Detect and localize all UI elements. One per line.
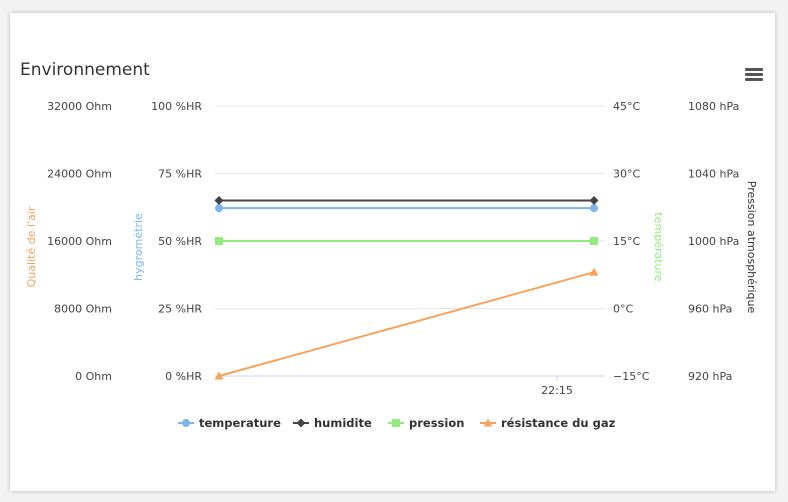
chart-svg: 0 Ohm 8000 Ohm 16000 Ohm 24000 Ohm 32000 Ohm… bbox=[25, 100, 758, 430]
tick-label: 30°C bbox=[613, 168, 640, 181]
legend-item[interactable]: résistance du gaz bbox=[480, 416, 616, 430]
tick-label: 0°C bbox=[613, 303, 633, 316]
tick-label: 8000 Ohm bbox=[54, 303, 112, 316]
tick-label: 32000 Ohm bbox=[47, 100, 112, 113]
legend-marker[interactable] bbox=[182, 419, 190, 427]
legend-item[interactable]: humidite bbox=[293, 416, 372, 430]
legend-marker[interactable] bbox=[296, 418, 306, 428]
legend-label: résistance du gaz bbox=[501, 416, 616, 430]
tick-label: 15°C bbox=[613, 235, 640, 248]
tick-label: 45°C bbox=[613, 100, 640, 113]
x-tick-label: 22:15 bbox=[541, 384, 573, 397]
data-point[interactable] bbox=[590, 237, 598, 245]
tick-label: 1000 hPa bbox=[688, 235, 739, 248]
tick-label: 100 %HR bbox=[151, 100, 202, 113]
tick-label: 0 Ohm bbox=[75, 370, 112, 383]
data-point[interactable] bbox=[589, 267, 599, 276]
tick-label: 0 %HR bbox=[165, 370, 202, 383]
legend-item[interactable]: pression bbox=[388, 416, 464, 430]
data-point[interactable] bbox=[590, 204, 598, 213]
tick-label: 25 %HR bbox=[158, 303, 202, 316]
data-point[interactable] bbox=[214, 196, 224, 205]
legend-label: humidite bbox=[314, 416, 372, 430]
tick-label: 24000 Ohm bbox=[47, 168, 112, 181]
legend-label: pression bbox=[409, 416, 464, 430]
tick-label: 960 hPa bbox=[688, 303, 732, 316]
tick-label: 920 hPa bbox=[688, 370, 732, 383]
tick-label: 1080 hPa bbox=[688, 100, 739, 113]
tick-label: −15°C bbox=[613, 370, 650, 383]
tick-label: 1040 hPa bbox=[688, 168, 739, 181]
axis-title: Qualité de l'air bbox=[25, 206, 38, 287]
tick-label: 16000 Ohm bbox=[47, 235, 112, 248]
legend-label: temperature bbox=[199, 416, 281, 430]
axis-title: Pression atmosphérique bbox=[745, 181, 758, 314]
legend-marker[interactable] bbox=[392, 419, 400, 427]
tick-label: 50 %HR bbox=[158, 235, 202, 248]
series-line-résistance-du-gaz bbox=[218, 271, 595, 377]
axis-title: hygrométrie bbox=[132, 213, 145, 281]
data-point[interactable] bbox=[589, 196, 599, 205]
tick-label: 75 %HR bbox=[158, 168, 202, 181]
legend-item[interactable]: temperature bbox=[178, 416, 281, 430]
axis-title: température bbox=[652, 212, 665, 281]
data-point[interactable] bbox=[215, 204, 223, 213]
data-point[interactable] bbox=[215, 237, 223, 245]
